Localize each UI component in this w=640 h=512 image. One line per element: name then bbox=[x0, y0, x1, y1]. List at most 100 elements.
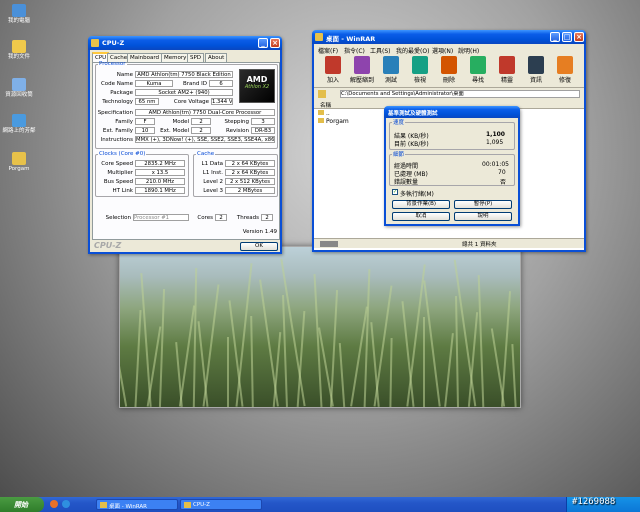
ie-icon[interactable] bbox=[62, 500, 70, 508]
level3-label: Level 3 bbox=[203, 188, 223, 194]
toolbar-button[interactable]: 精靈 bbox=[494, 56, 520, 84]
level2-value: 2 x 512 KBytes bbox=[225, 178, 275, 185]
htlink-label: HT Link bbox=[112, 188, 133, 194]
desktop-icon[interactable]: Porgam bbox=[2, 152, 36, 173]
cpuz-task-icon bbox=[184, 502, 191, 508]
maximize-button[interactable]: □ bbox=[562, 32, 572, 42]
wheat-stalk bbox=[282, 294, 288, 407]
toolbar-icon bbox=[557, 56, 573, 74]
corevoltage-label: Core Voltage bbox=[173, 99, 209, 105]
winrar-titlebar[interactable]: 桌面 - WinRAR _ □ × bbox=[312, 30, 586, 44]
clocks-legend: Clocks (Core #0) bbox=[99, 151, 146, 157]
pause-button[interactable]: 暫停(P) bbox=[454, 200, 512, 209]
extfamily-label: Ext. Family bbox=[102, 128, 133, 134]
winrar-task-icon bbox=[100, 502, 107, 508]
file-list-item[interactable]: .. bbox=[318, 110, 330, 117]
toolbar-button[interactable]: 刪除 bbox=[436, 56, 462, 84]
codename-label: Code Name bbox=[100, 81, 133, 87]
busspeed-label: Bus Speed bbox=[103, 179, 133, 185]
stepping-label: Stepping bbox=[224, 119, 249, 125]
revision-value: DR-B3 bbox=[251, 127, 275, 134]
selection-dropdown[interactable]: Processor #1 bbox=[133, 214, 189, 221]
toolbar-label: 刪除 bbox=[442, 77, 455, 84]
cpuz-titlebar[interactable]: CPU-Z _ × bbox=[88, 36, 282, 50]
watermark-text: #1269088 bbox=[572, 497, 616, 507]
desktop-icon-label: 我的電腦 bbox=[7, 18, 30, 24]
firefox-icon[interactable] bbox=[50, 500, 58, 508]
wallpaper-photo bbox=[119, 246, 521, 408]
wheat-stalk bbox=[363, 269, 371, 407]
toolbar-button[interactable]: 尋找 bbox=[465, 56, 491, 84]
cpuz-window[interactable]: CPU-Z _ × CPU Cache Mainboard Memory SPD Abou… bbox=[88, 36, 282, 254]
toolbar-button[interactable]: 加入 bbox=[320, 56, 346, 84]
multithread-checkbox[interactable]: ✓ bbox=[392, 189, 398, 195]
toolbar-button[interactable]: 資訊 bbox=[523, 56, 549, 84]
toolbar-button[interactable]: 修復 bbox=[552, 56, 578, 84]
selection-label: Selection bbox=[105, 215, 131, 221]
minimize-button[interactable]: _ bbox=[550, 32, 560, 42]
multiplier-value: x 13.5 bbox=[135, 169, 185, 176]
cores-label: Cores bbox=[197, 215, 213, 221]
toolbar-icon bbox=[412, 56, 428, 74]
amd-athlon-logo: AMD Athlon X2 bbox=[239, 69, 275, 103]
toolbar-button[interactable]: 檢視 bbox=[407, 56, 433, 84]
name-label: Name bbox=[116, 72, 133, 78]
toolbar-button[interactable]: 測試 bbox=[378, 56, 404, 84]
multithread-label: 多執行緒(M) bbox=[400, 191, 434, 198]
toolbar-icon bbox=[470, 56, 486, 74]
toolbar-label: 加入 bbox=[326, 77, 339, 84]
up-folder-icon[interactable] bbox=[318, 90, 326, 98]
benchmark-dialog[interactable]: 基準測試及硬體測試 速度 結果 (KB/秒) 1,100 目前 (KB/秒) 1… bbox=[384, 106, 520, 226]
l1inst-value: 2 x 64 KBytes bbox=[225, 169, 275, 176]
toolbar-icon bbox=[499, 56, 515, 74]
background-button[interactable]: 背景作業(B) bbox=[392, 200, 450, 209]
toolbar-button[interactable]: 解壓縮到 bbox=[349, 56, 375, 84]
wheat-stalk bbox=[338, 343, 346, 407]
close-button[interactable]: × bbox=[574, 32, 584, 42]
desktop-icon[interactable]: 資源回收筒 bbox=[2, 78, 36, 99]
help-button[interactable]: 說明 bbox=[454, 212, 512, 221]
winrar-title: 桌面 - WinRAR bbox=[326, 35, 376, 43]
desktop-icon-image bbox=[12, 78, 26, 91]
level3-value: 2 MBytes bbox=[225, 187, 275, 194]
wheat-stalk bbox=[389, 337, 393, 407]
result-value: 1,100 bbox=[486, 131, 505, 138]
start-button[interactable]: 開始 bbox=[0, 497, 44, 512]
desktop-icon-image bbox=[12, 152, 26, 165]
processed-value: 70 bbox=[498, 169, 506, 176]
task-winrar[interactable]: 桌面 - WinRAR bbox=[96, 499, 178, 510]
wheat-stalk bbox=[202, 284, 220, 407]
task-winrar-label: 桌面 - WinRAR bbox=[109, 504, 147, 510]
toolbar-icon bbox=[528, 56, 544, 74]
busspeed-value: 210.0 MHz bbox=[135, 178, 185, 185]
revision-label: Revision bbox=[226, 128, 249, 134]
task-cpuz[interactable]: CPU-Z bbox=[180, 499, 262, 510]
desktop-icon-label: Porgam bbox=[8, 166, 30, 172]
desktop-icon[interactable]: 我的文件 bbox=[2, 40, 36, 61]
desktop-icon[interactable]: 網路上的芳鄰 bbox=[2, 114, 36, 135]
l1data-value: 2 x 64 KBytes bbox=[225, 160, 275, 167]
athlon-logo-text: Athlon X2 bbox=[244, 84, 270, 90]
family-value: F bbox=[135, 118, 155, 125]
ok-button[interactable]: OK bbox=[240, 242, 278, 251]
wheat-stalk bbox=[511, 343, 517, 407]
version-label: Version 1.49 bbox=[242, 229, 277, 235]
cpuz-app-icon bbox=[91, 39, 99, 47]
desktop-icon[interactable]: 我的電腦 bbox=[2, 4, 36, 25]
cancel-button[interactable]: 取消 bbox=[392, 212, 450, 221]
technology-label: Technology bbox=[102, 99, 133, 105]
file-list-item[interactable]: Porgam bbox=[318, 118, 349, 125]
model-value: 2 bbox=[191, 118, 211, 125]
speed-legend: 速度 bbox=[393, 120, 405, 126]
extmodel-label: Ext. Model bbox=[160, 128, 189, 134]
path-field[interactable]: C:\Documents and Settings\Administrator\… bbox=[340, 90, 580, 98]
codename-value: Kuma bbox=[135, 80, 173, 87]
threads-value: 2 bbox=[261, 214, 273, 221]
family-label: Family bbox=[115, 119, 133, 125]
drive-icon[interactable] bbox=[320, 241, 338, 247]
benchmark-titlebar[interactable]: 基準測試及硬體測試 bbox=[384, 106, 520, 118]
close-button[interactable]: × bbox=[270, 38, 280, 48]
name-column-header[interactable]: 名稱 bbox=[320, 101, 331, 109]
minimize-button[interactable]: _ bbox=[258, 38, 268, 48]
toolbar-label: 檢視 bbox=[413, 77, 426, 84]
